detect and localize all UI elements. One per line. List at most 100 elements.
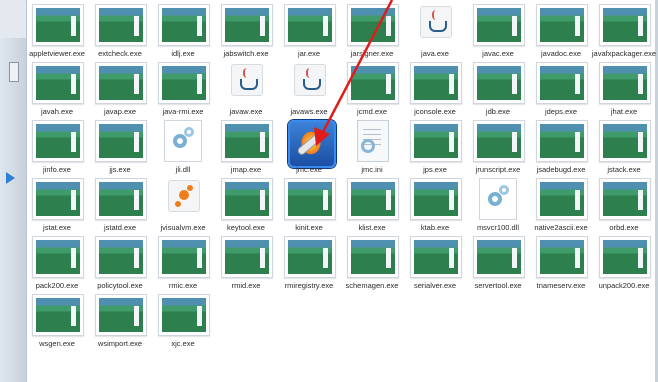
file-name: xjc.exe: [171, 339, 195, 348]
file-item[interactable]: javafxpackager.exe: [592, 0, 656, 60]
file-item[interactable]: java-rmi.exe: [152, 58, 214, 118]
file-item[interactable]: rmic.exe: [152, 232, 214, 292]
exe-icon: [95, 120, 147, 162]
file-item[interactable]: xjc.exe: [152, 290, 214, 350]
file-item[interactable]: javap.exe: [89, 58, 151, 118]
file-name: serialver.exe: [413, 281, 457, 290]
file-name: jli.dll: [175, 165, 191, 174]
expand-arrow-icon[interactable]: [6, 172, 15, 184]
exe-icon: [284, 236, 336, 278]
file-item[interactable]: jmc.exe: [278, 116, 340, 176]
exe-icon: [32, 4, 84, 46]
file-name: jps.exe: [423, 165, 447, 174]
file-item[interactable]: jdb.exe: [467, 58, 529, 118]
exe-icon: [95, 62, 147, 104]
file-name: jmc.exe: [296, 165, 322, 174]
file-name: servertool.exe: [474, 281, 522, 290]
exe-icon: [284, 178, 336, 220]
exe-icon: [221, 120, 273, 162]
exe-icon: [599, 4, 651, 46]
exe-icon: [347, 178, 399, 220]
file-item[interactable]: native2ascii.exe: [530, 174, 592, 234]
file-item[interactable]: jstatd.exe: [89, 174, 151, 234]
file-name: native2ascii.exe: [534, 223, 588, 232]
exe-icon: [599, 236, 651, 278]
exe-icon: [95, 294, 147, 336]
file-item[interactable]: keytool.exe: [215, 174, 277, 234]
file-item[interactable]: unpack200.exe: [593, 232, 655, 292]
file-name: javafxpackager.exe: [591, 49, 657, 58]
dll-icon: [479, 178, 517, 220]
file-item[interactable]: schemagen.exe: [341, 232, 403, 292]
file-item[interactable]: jarsigner.exe: [341, 0, 403, 60]
exe-icon: [347, 236, 399, 278]
file-item[interactable]: serialver.exe: [404, 232, 466, 292]
exe-icon: [284, 4, 336, 46]
splitter-handle[interactable]: [9, 62, 19, 82]
file-item[interactable]: jhat.exe: [593, 58, 655, 118]
file-item[interactable]: jinfo.exe: [26, 116, 88, 176]
file-item[interactable]: jabswitch.exe: [215, 0, 277, 60]
file-item[interactable]: pack200.exe: [26, 232, 88, 292]
file-item[interactable]: jar.exe: [278, 0, 340, 60]
file-item[interactable]: orbd.exe: [593, 174, 655, 234]
file-item[interactable]: rmiregistry.exe: [278, 232, 340, 292]
file-name: jrunscript.exe: [475, 165, 521, 174]
file-item[interactable]: msvcr100.dll: [467, 174, 529, 234]
java-icon: [420, 6, 452, 38]
file-name: rmic.exe: [168, 281, 198, 290]
file-item[interactable]: jli.dll: [152, 116, 214, 176]
file-item[interactable]: appletviewer.exe: [26, 0, 88, 60]
file-item[interactable]: javaw.exe: [215, 58, 277, 118]
exe-icon: [473, 236, 525, 278]
file-name: jconsole.exe: [414, 107, 456, 116]
file-name: jar.exe: [297, 49, 321, 58]
file-item[interactable]: kinit.exe: [278, 174, 340, 234]
file-item[interactable]: javaws.exe: [278, 58, 340, 118]
file-item[interactable]: jdeps.exe: [530, 58, 592, 118]
dll-icon: [164, 120, 202, 162]
file-item[interactable]: wsgen.exe: [26, 290, 88, 350]
file-item[interactable]: servertool.exe: [467, 232, 529, 292]
pane-header: [0, 0, 26, 38]
file-name: jstack.exe: [607, 165, 641, 174]
file-item[interactable]: tnameserv.exe: [530, 232, 592, 292]
file-item[interactable]: jps.exe: [404, 116, 466, 176]
file-item[interactable]: jvisualvm.exe: [152, 174, 214, 234]
file-name: jdb.exe: [485, 107, 511, 116]
file-item[interactable]: javac.exe: [467, 0, 529, 60]
file-name: appletviewer.exe: [29, 49, 85, 58]
file-name: javadoc.exe: [540, 49, 582, 58]
file-item[interactable]: javah.exe: [26, 58, 88, 118]
file-item[interactable]: java.exe: [404, 0, 466, 60]
exe-icon: [32, 62, 84, 104]
file-item[interactable]: policytool.exe: [89, 232, 151, 292]
file-item[interactable]: jrunscript.exe: [467, 116, 529, 176]
file-item[interactable]: idlj.exe: [152, 0, 214, 60]
file-item[interactable]: jmap.exe: [215, 116, 277, 176]
exe-icon: [473, 4, 525, 46]
file-item[interactable]: wsimport.exe: [89, 290, 151, 350]
exe-icon: [536, 4, 588, 46]
file-item[interactable]: jmc.ini: [341, 116, 403, 176]
file-name: jabswitch.exe: [223, 49, 269, 58]
java-icon: [294, 64, 326, 96]
file-item[interactable]: extcheck.exe: [89, 0, 151, 60]
file-item[interactable]: rmid.exe: [215, 232, 277, 292]
file-item[interactable]: jstack.exe: [593, 116, 655, 176]
exe-icon: [32, 120, 84, 162]
file-item[interactable]: jsadebugd.exe: [530, 116, 592, 176]
file-item[interactable]: klist.exe: [341, 174, 403, 234]
file-name: jinfo.exe: [43, 165, 71, 174]
file-name: keytool.exe: [227, 223, 265, 232]
exe-icon: [536, 62, 588, 104]
file-item[interactable]: ktab.exe: [404, 174, 466, 234]
file-item[interactable]: jcmd.exe: [341, 58, 403, 118]
file-item[interactable]: jconsole.exe: [404, 58, 466, 118]
file-item[interactable]: javadoc.exe: [530, 0, 592, 60]
file-name: rmid.exe: [231, 281, 261, 290]
file-name: rmiregistry.exe: [284, 281, 334, 290]
file-item[interactable]: jjs.exe: [89, 116, 151, 176]
file-item[interactable]: jstat.exe: [26, 174, 88, 234]
exe-icon: [536, 236, 588, 278]
